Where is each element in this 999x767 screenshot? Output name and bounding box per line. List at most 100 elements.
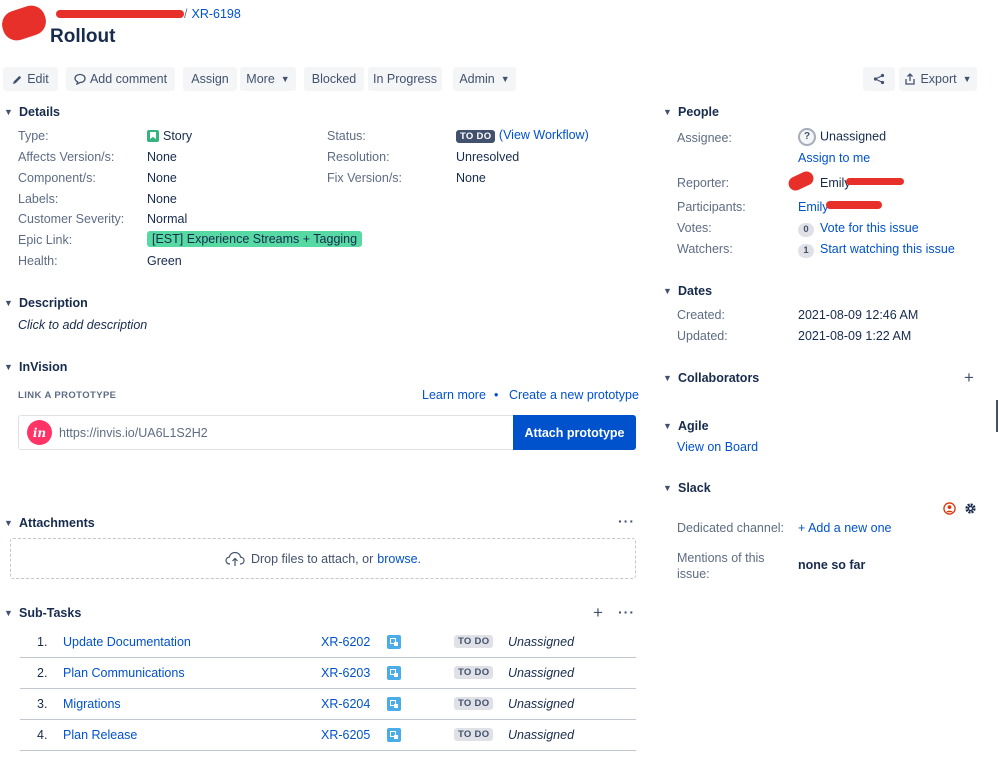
cloud-upload-icon bbox=[225, 551, 245, 566]
edit-button[interactable]: Edit bbox=[3, 67, 58, 91]
learn-more-link[interactable]: Learn more bbox=[422, 388, 486, 402]
participants-label: Participants: bbox=[677, 200, 746, 214]
subtask-row[interactable]: 1. Update Documentation XR-6202 TO DO Un… bbox=[20, 627, 636, 658]
admin-button[interactable]: Admin ▼ bbox=[453, 67, 516, 91]
votes-label: Votes: bbox=[677, 221, 712, 235]
subtask-number: 1. bbox=[37, 635, 48, 649]
prototype-url-input[interactable]: https://invis.io/UA6L1S2H2 bbox=[59, 426, 208, 440]
description-placeholder[interactable]: Click to add description bbox=[18, 318, 147, 332]
labels-label: Labels: bbox=[18, 192, 59, 206]
watch-link[interactable]: Start watching this issue bbox=[820, 242, 955, 256]
create-prototype-link[interactable]: Create a new prototype bbox=[509, 388, 639, 402]
pencil-icon bbox=[13, 75, 22, 84]
status-value: TO DO (View Workflow) bbox=[456, 128, 589, 143]
watchers-label: Watchers: bbox=[677, 242, 733, 256]
resolution-value: Unresolved bbox=[456, 150, 520, 164]
user-status-icon[interactable] bbox=[943, 502, 956, 515]
add-subtask-icon[interactable]: + bbox=[593, 603, 603, 623]
subtask-status-badge[interactable]: TO DO bbox=[454, 728, 494, 741]
vote-link[interactable]: Vote for this issue bbox=[820, 221, 919, 235]
subtask-row[interactable]: 2. Plan Communications XR-6203 TO DO Una… bbox=[20, 658, 636, 689]
subtasks-more-icon[interactable]: ··· bbox=[618, 604, 635, 620]
subtask-key-link[interactable]: XR-6202 bbox=[321, 635, 370, 649]
subtask-type-icon bbox=[387, 666, 401, 680]
mentions-label-line-2: issue: bbox=[677, 567, 710, 581]
attachments-more-icon[interactable]: ··· bbox=[618, 513, 635, 529]
epic-label: Epic Link: bbox=[18, 233, 73, 247]
agile-header[interactable]: ▼ Agile bbox=[663, 419, 709, 433]
subtask-key-link[interactable]: XR-6203 bbox=[321, 666, 370, 680]
watchers-value: 1 Start watching this issue bbox=[798, 242, 955, 258]
dates-header[interactable]: ▼ Dates bbox=[663, 284, 712, 298]
subtask-type-icon bbox=[387, 697, 401, 711]
view-on-board-link[interactable]: View on Board bbox=[677, 440, 758, 454]
people-heading: People bbox=[678, 105, 719, 119]
subtask-name-link[interactable]: Migrations bbox=[63, 697, 121, 711]
scrollbar-indicator[interactable] bbox=[996, 400, 998, 432]
fix-version-value: None bbox=[456, 171, 486, 185]
chevron-down-icon: ▼ bbox=[962, 74, 972, 84]
mentions-label-line-1: Mentions of this bbox=[677, 551, 765, 565]
subtask-status-badge[interactable]: TO DO bbox=[454, 697, 494, 710]
created-label: Created: bbox=[677, 308, 725, 322]
invision-header[interactable]: ▼ InVision bbox=[4, 360, 67, 374]
comment-icon bbox=[74, 73, 86, 85]
add-comment-button[interactable]: Add comment bbox=[66, 67, 175, 91]
subtask-name-link[interactable]: Update Documentation bbox=[63, 635, 191, 649]
slack-header[interactable]: ▼ Slack bbox=[663, 481, 711, 495]
add-channel-link[interactable]: + Add a new one bbox=[798, 521, 891, 535]
add-collaborator-icon[interactable]: + bbox=[964, 368, 974, 388]
subtask-assignee: Unassigned bbox=[508, 697, 575, 711]
view-workflow-link[interactable]: (View Workflow) bbox=[499, 128, 589, 142]
labels-value[interactable]: None bbox=[147, 192, 177, 206]
assignee-text: Unassigned bbox=[820, 129, 887, 144]
assign-to-me-link[interactable]: Assign to me bbox=[798, 151, 870, 165]
blocked-button[interactable]: Blocked bbox=[304, 67, 364, 91]
export-button[interactable]: Export ▼ bbox=[899, 67, 977, 91]
type-label: Type: bbox=[18, 129, 49, 143]
subtask-key-link[interactable]: XR-6204 bbox=[321, 697, 370, 711]
collapse-caret-icon: ▼ bbox=[663, 286, 672, 296]
redaction-mark bbox=[56, 10, 184, 18]
severity-label: Customer Severity: bbox=[18, 212, 125, 226]
attachment-dropzone[interactable]: Drop files to attach, or browse. bbox=[10, 538, 636, 579]
subtask-key-link[interactable]: XR-6205 bbox=[321, 728, 370, 742]
attachments-header[interactable]: ▼ Attachments bbox=[4, 516, 95, 530]
collapse-caret-icon: ▼ bbox=[663, 373, 672, 383]
subtask-row[interactable]: 3. Migrations XR-6204 TO DO Unassigned bbox=[20, 689, 636, 720]
channel-label: Dedicated channel: bbox=[677, 521, 785, 535]
in-progress-label: In Progress bbox=[373, 72, 437, 86]
agile-heading: Agile bbox=[678, 419, 709, 433]
share-button[interactable] bbox=[863, 67, 895, 91]
votes-count: 0 bbox=[798, 223, 814, 237]
in-progress-button[interactable]: In Progress bbox=[368, 67, 442, 91]
subtask-name-link[interactable]: Plan Communications bbox=[63, 666, 185, 680]
attach-prototype-button[interactable]: Attach prototype bbox=[513, 415, 636, 450]
subtask-row[interactable]: 4. Plan Release XR-6205 TO DO Unassigned bbox=[20, 720, 636, 751]
epic-link[interactable]: [EST] Experience Streams + Tagging bbox=[147, 231, 363, 247]
subtasks-header[interactable]: ▼ Sub-Tasks bbox=[4, 606, 81, 620]
collapse-caret-icon: ▼ bbox=[4, 608, 13, 618]
people-header[interactable]: ▼ People bbox=[663, 105, 719, 119]
status-badge: TO DO bbox=[456, 130, 496, 143]
collapse-caret-icon: ▼ bbox=[663, 107, 672, 117]
assign-button[interactable]: Assign bbox=[183, 67, 237, 91]
collapse-caret-icon: ▼ bbox=[4, 298, 13, 308]
epic-badge[interactable]: [EST] Experience Streams + Tagging bbox=[147, 231, 363, 247]
drop-files-text: Drop files to attach, or bbox=[250, 551, 374, 566]
browse-link[interactable]: browse. bbox=[377, 552, 421, 566]
description-header[interactable]: ▼ Description bbox=[4, 296, 88, 310]
breadcrumb-issue-link[interactable]: XR-6198 bbox=[191, 7, 240, 21]
subtask-name-link[interactable]: Plan Release bbox=[63, 728, 137, 742]
admin-label: Admin bbox=[459, 72, 495, 86]
collaborators-header[interactable]: ▼ Collaborators bbox=[663, 371, 759, 385]
reporter-label: Reporter: bbox=[677, 176, 730, 190]
participant-link[interactable]: Emily bbox=[798, 200, 829, 214]
subtask-status-badge[interactable]: TO DO bbox=[454, 666, 494, 679]
add-comment-label: Add comment bbox=[89, 72, 168, 86]
subtask-status-badge[interactable]: TO DO bbox=[454, 635, 494, 648]
gear-icon[interactable] bbox=[964, 502, 977, 515]
more-button[interactable]: More ▼ bbox=[240, 67, 296, 91]
mentions-value: none so far bbox=[798, 558, 866, 572]
details-header[interactable]: ▼ Details bbox=[4, 105, 60, 119]
